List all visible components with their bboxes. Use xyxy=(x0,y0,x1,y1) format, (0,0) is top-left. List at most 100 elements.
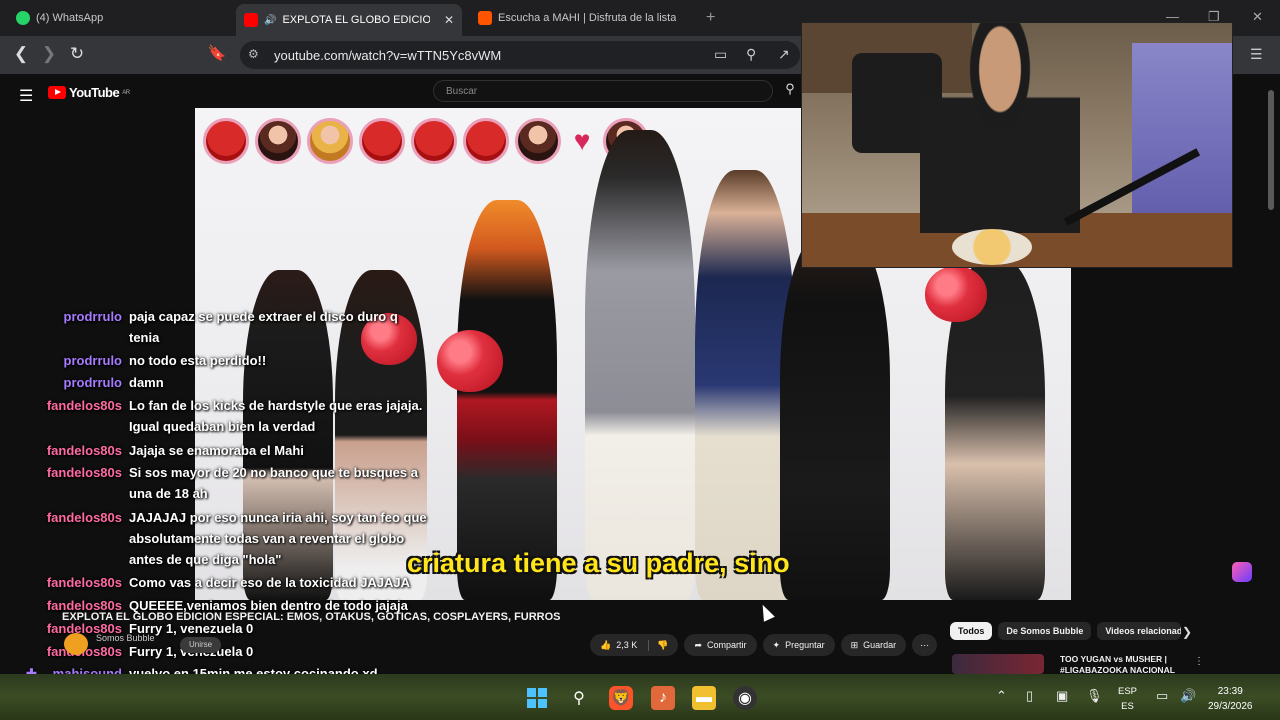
chat-username: prodrrulo xyxy=(63,375,123,390)
chat-username: fandelos80s xyxy=(46,443,122,458)
like-button[interactable]: 👍 2,3 K 👎 xyxy=(590,634,679,656)
volume-icon[interactable]: 🔊 xyxy=(1180,688,1196,704)
chat-text: damn xyxy=(129,375,164,390)
language-indicator[interactable]: ESP ES xyxy=(1118,684,1137,714)
chip-channel[interactable]: De Somos Bubble xyxy=(998,622,1092,640)
new-tab-button[interactable]: + xyxy=(706,9,715,27)
url-text: youtube.com/watch?v=wTTN5Yc8vWM xyxy=(274,47,502,63)
bookmark-icon[interactable]: 🔖 xyxy=(206,44,228,62)
soundcloud-icon xyxy=(478,11,492,25)
red-balloon xyxy=(925,266,987,322)
save-button[interactable]: ⊞ Guardar xyxy=(840,634,907,656)
more-actions-button[interactable]: ⋯ xyxy=(912,634,938,656)
network-icon[interactable]: ▭ xyxy=(1156,688,1168,704)
chat-text: Como vas a decir eso de la toxicidad JAJ… xyxy=(129,575,411,590)
participant-avatar xyxy=(359,118,405,164)
ask-label: Preguntar xyxy=(785,640,825,650)
chat-username: fandelos80s xyxy=(46,510,122,525)
youtube-logo[interactable]: YouTube AR xyxy=(48,85,130,100)
search-placeholder: Buscar xyxy=(446,86,478,97)
chip-related[interactable]: Videos relacionados xyxy=(1097,622,1182,640)
related-chips: Todos De Somos Bubble Videos relacionado… xyxy=(950,622,1182,640)
thumbs-up-icon: 👍 xyxy=(600,639,612,650)
chat-username: fandelos80s xyxy=(46,398,122,413)
youtube-logo-text: YouTube xyxy=(69,85,120,100)
site-info-icon[interactable]: ⚙ xyxy=(248,47,259,61)
more-options-icon[interactable]: ⋮ xyxy=(1194,656,1204,667)
ask-button[interactable]: ✦ Preguntar xyxy=(762,634,835,656)
cast-icon[interactable]: ▭ xyxy=(714,46,727,63)
red-balloon xyxy=(437,330,503,392)
share-button[interactable]: ➦ Compartir xyxy=(684,634,757,656)
chat-username: fandelos80s xyxy=(46,575,122,590)
start-menu-icon[interactable] xyxy=(525,686,549,710)
file-explorer-icon[interactable]: ▬ xyxy=(692,686,716,710)
microphone-icon[interactable]: 🎙 xyxy=(1086,688,1103,704)
tab-youtube[interactable]: 🔊 EXPLOTA EL GLOBO EDICION ✕ xyxy=(236,4,462,36)
chat-username: fandelos80s xyxy=(0,641,122,662)
participant-avatars: ♥ xyxy=(203,118,649,164)
hamburger-menu-icon[interactable]: ☰ xyxy=(19,86,33,106)
tab-whatsapp[interactable]: (4) WhatsApp xyxy=(8,5,228,31)
share-icon[interactable]: ↗ xyxy=(778,46,790,63)
tab-title: Escucha a MAHI | Disfruta de la lista xyxy=(498,12,677,24)
browser-menu-icon[interactable]: ☰ xyxy=(1250,46,1263,63)
like-count: 2,3 K xyxy=(616,640,638,650)
chat-text: Lo fan de los kicks de hardstyle que era… xyxy=(129,398,423,434)
close-tab-icon[interactable]: ✕ xyxy=(444,13,454,27)
streamer xyxy=(920,23,1080,233)
share-label: Compartir xyxy=(707,640,747,650)
youtube-icon xyxy=(244,13,258,27)
forward-arrow-icon[interactable]: ❯ xyxy=(38,44,60,64)
show-hidden-icons-icon[interactable]: ⌃ xyxy=(996,688,1007,704)
chat-username: fandelos80s xyxy=(46,465,122,480)
person-figure xyxy=(457,200,557,600)
chat-text: no todo esta perdido!! xyxy=(129,353,267,368)
video-actions: 👍 2,3 K 👎 ➦ Compartir ✦ Preguntar ⊞ Guar… xyxy=(590,634,938,656)
join-button[interactable]: Unirse xyxy=(180,637,222,653)
chevron-right-icon[interactable]: ❯ xyxy=(1182,625,1192,639)
zoom-icon[interactable]: ⚲ xyxy=(746,46,756,63)
chat-username: prodrrulo xyxy=(63,309,123,324)
brave-browser-icon[interactable]: 🦁 xyxy=(609,686,633,710)
person-figure xyxy=(585,130,695,600)
related-video-thumbnail[interactable] xyxy=(952,654,1044,674)
whatsapp-icon xyxy=(16,11,30,25)
tab-title: EXPLOTA EL GLOBO EDICION xyxy=(282,14,430,26)
search-icon[interactable]: ⚲ xyxy=(567,686,591,710)
reload-icon[interactable]: ↻ xyxy=(66,44,88,64)
participant-avatar xyxy=(307,118,353,164)
channel-name[interactable]: Somos Bubble xyxy=(96,633,155,643)
clock-time: 23:39 xyxy=(1217,686,1243,697)
chat-username: prodrrulo xyxy=(63,353,123,368)
save-label: Guardar xyxy=(863,640,897,650)
dislike-icon[interactable]: 👎 xyxy=(648,639,668,651)
back-arrow-icon[interactable]: ❮ xyxy=(10,44,32,64)
streamer-logo xyxy=(1232,562,1252,582)
food-plate xyxy=(952,229,1032,265)
related-video-title[interactable]: TOO YUGAN vs MUSHER | #LIGABAZOOKA NACIO… xyxy=(1060,654,1190,676)
obs-icon[interactable]: ◉ xyxy=(733,686,757,710)
chip-all[interactable]: Todos xyxy=(950,622,993,640)
language-bottom: ES xyxy=(1121,701,1134,712)
close-window-button[interactable]: ✕ xyxy=(1252,9,1263,25)
share-arrow-icon: ➦ xyxy=(694,639,702,650)
search-icon[interactable]: ⚲ xyxy=(776,81,804,101)
participant-avatar xyxy=(463,118,509,164)
participant-avatar xyxy=(255,118,301,164)
tab-soundcloud[interactable]: Escucha a MAHI | Disfruta de la lista xyxy=(470,5,698,31)
usb-icon[interactable]: ▯ xyxy=(1026,688,1033,704)
search-input[interactable]: Buscar xyxy=(433,80,773,102)
system-clock[interactable]: 23:39 29/3/2026 xyxy=(1208,684,1253,714)
app-tray-icon[interactable]: ▣ xyxy=(1056,688,1068,704)
participant-avatar xyxy=(203,118,249,164)
participant-avatar xyxy=(515,118,561,164)
fl-studio-icon[interactable]: ♪ xyxy=(651,686,675,710)
scrollbar[interactable] xyxy=(1268,90,1274,210)
clock-date: 29/3/2026 xyxy=(1208,701,1253,712)
language-top: ESP xyxy=(1118,686,1138,697)
save-icon: ⊞ xyxy=(850,639,859,650)
sparkle-icon: ✦ xyxy=(772,639,781,650)
chat-text: Furry 1, venezuela 0 xyxy=(129,644,254,659)
channel-avatar[interactable] xyxy=(64,633,88,655)
